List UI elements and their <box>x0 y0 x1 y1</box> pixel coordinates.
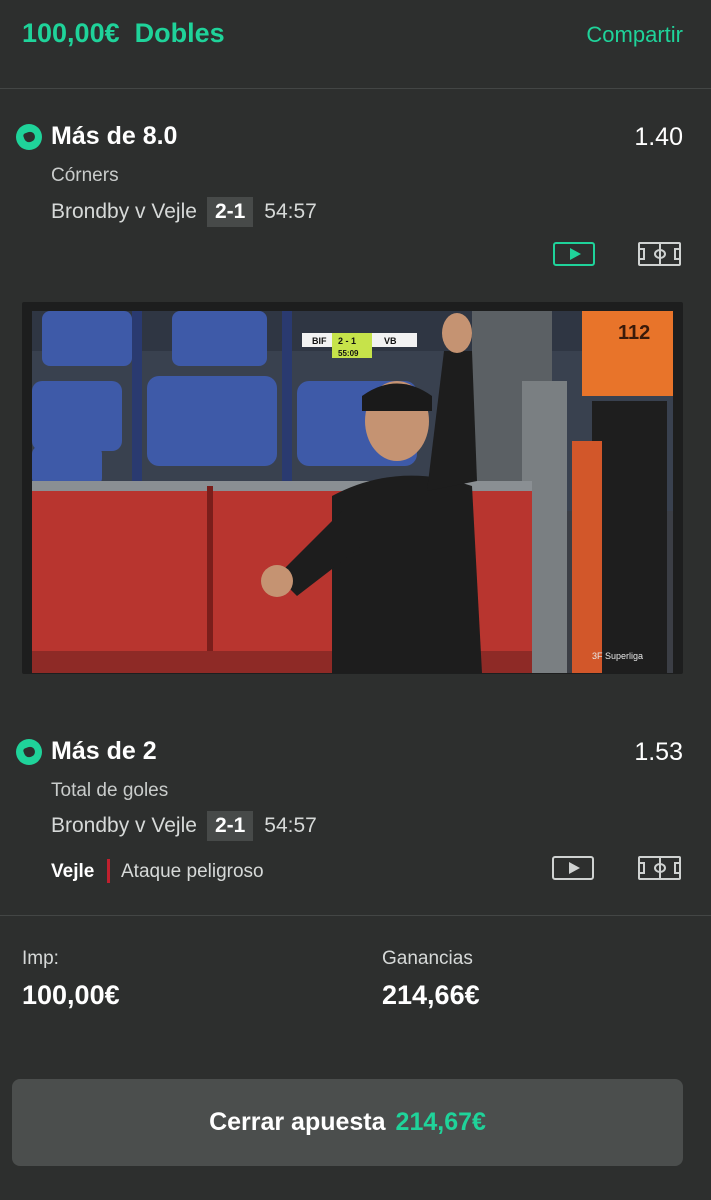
header-divider <box>0 88 711 89</box>
share-button[interactable]: Compartir <box>586 22 683 48</box>
selection-market: Córners <box>51 165 119 186</box>
match-clock: 54:57 <box>264 200 317 223</box>
play-video-icon[interactable] <box>552 856 594 880</box>
play-video-icon[interactable] <box>553 242 595 266</box>
selection-odds: 1.53 <box>634 738 683 766</box>
cash-out-value: 214,67€ <box>395 1108 486 1136</box>
svg-text:112: 112 <box>618 322 650 344</box>
selection-match-row: Brondby v Vejle 2-1 54:57 <box>51 811 317 841</box>
match-tracker-icon[interactable] <box>638 242 681 266</box>
soccer-ball-icon <box>16 124 42 150</box>
svg-text:55:09: 55:09 <box>338 349 359 358</box>
selection-title: Más de 8.0 <box>51 122 178 150</box>
match-tracker-icon[interactable] <box>638 856 681 880</box>
svg-text:BIF: BIF <box>312 336 327 346</box>
live-team: Vejle <box>51 861 95 882</box>
returns-value: 214,66€ <box>382 980 480 1010</box>
stake-divider <box>0 915 711 916</box>
match-name: Brondby v Vejle <box>51 814 197 837</box>
returns-label: Ganancias <box>382 948 473 969</box>
selection-market: Total de goles <box>51 780 169 801</box>
svg-text:2 - 1: 2 - 1 <box>338 336 356 346</box>
selection-odds: 1.40 <box>634 123 683 151</box>
selection-match-row: Brondby v Vejle 2-1 54:57 <box>51 197 317 227</box>
stake-value: 100,00€ <box>22 980 120 1010</box>
match-name: Brondby v Vejle <box>51 200 197 223</box>
stake-label: Imp: <box>22 948 59 969</box>
soccer-ball-icon <box>16 739 42 765</box>
live-event-marker <box>107 859 110 883</box>
bet-title: 100,00€ Dobles <box>22 18 225 48</box>
match-score: 2-1 <box>206 811 254 841</box>
cash-out-button[interactable]: Cerrar apuesta 214,67€ <box>12 1079 683 1166</box>
match-clock: 54:57 <box>264 814 317 837</box>
svg-text:VB: VB <box>384 336 397 346</box>
video-scene: BIF 2 - 1 VB 55:09 112 3F Superliga <box>32 311 673 673</box>
live-video-stream[interactable]: BIF 2 - 1 VB 55:09 112 3F Superliga <box>32 311 673 673</box>
live-event-text: Ataque peligroso <box>121 861 264 882</box>
match-score: 2-1 <box>206 197 254 227</box>
cash-out-label: Cerrar apuesta <box>209 1108 386 1136</box>
svg-text:3F Superliga: 3F Superliga <box>592 651 643 661</box>
selection-title: Más de 2 <box>51 737 157 765</box>
